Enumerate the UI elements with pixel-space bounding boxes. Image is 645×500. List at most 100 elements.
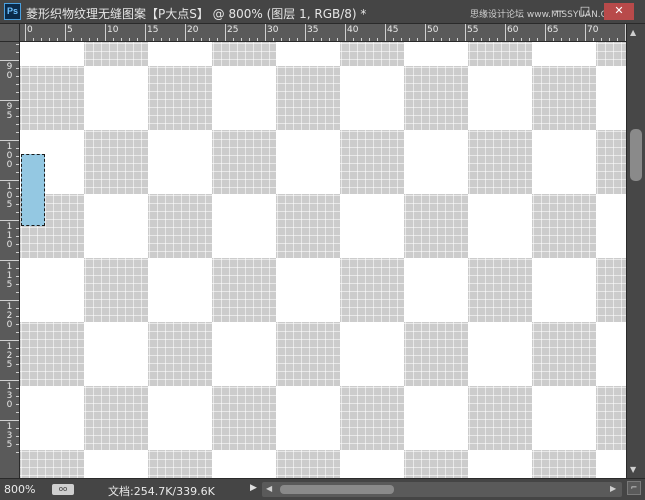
- ruler-minor-tick: [273, 38, 274, 41]
- ruler-minor-tick: [529, 38, 530, 41]
- ruler-minor-tick: [129, 38, 130, 41]
- ruler-minor-tick: [16, 204, 19, 205]
- ruler-major-tick: [505, 24, 506, 41]
- ruler-minor-tick: [497, 38, 498, 41]
- ruler-minor-tick: [81, 38, 82, 41]
- ruler-minor-tick: [16, 404, 19, 405]
- ruler-minor-tick: [16, 132, 19, 133]
- scroll-right-arrow-icon[interactable]: ▶: [610, 484, 616, 493]
- vertical-scroll-thumb[interactable]: [630, 129, 642, 181]
- resize-corner-icon[interactable]: ⌐: [627, 481, 641, 495]
- close-button[interactable]: ✕: [604, 3, 634, 20]
- ruler-major-tick: [345, 24, 346, 41]
- ruler-minor-tick: [16, 276, 19, 277]
- triangle-right-icon[interactable]: ▶: [250, 483, 257, 493]
- scroll-down-arrow-icon[interactable]: ▼: [630, 465, 636, 474]
- ruler-major-tick: [0, 420, 19, 421]
- ruler-minor-tick: [297, 38, 298, 41]
- ruler-minor-tick: [473, 38, 474, 41]
- ruler-minor-tick: [16, 188, 19, 189]
- ruler-major-tick: [65, 24, 66, 41]
- ruler-h-label: 10: [107, 25, 119, 35]
- ruler-minor-tick: [393, 38, 394, 41]
- ruler-major-tick: [305, 24, 306, 41]
- document-size-info: 文档:254.7K/339.6K: [108, 485, 215, 498]
- ruler-minor-tick: [201, 38, 202, 41]
- ruler-h-label: 50: [427, 25, 439, 35]
- ruler-minor-tick: [16, 372, 19, 373]
- document-title: 菱形织物纹理无缝图案【P大点S】 @ 800% (图层 1, RGB/8) *: [26, 7, 367, 21]
- ruler-h-label: 15: [147, 25, 159, 35]
- ruler-minor-tick: [16, 76, 19, 77]
- ruler-major-tick: [385, 24, 386, 41]
- ruler-v-label: 9 5: [6, 102, 13, 121]
- vertical-scrollbar[interactable]: ▲ ▼: [626, 24, 645, 478]
- marquee-selection[interactable]: [21, 154, 45, 226]
- ruler-minor-tick: [57, 38, 58, 41]
- ruler-minor-tick: [457, 38, 458, 41]
- ruler-minor-tick: [16, 444, 19, 445]
- ruler-h-label: 65: [547, 25, 559, 35]
- ruler-minor-tick: [16, 452, 19, 453]
- ruler-minor-tick: [233, 38, 234, 41]
- ruler-minor-tick: [16, 92, 19, 93]
- horizontal-scroll-thumb[interactable]: [280, 485, 394, 494]
- ruler-minor-tick: [16, 436, 19, 437]
- ruler-minor-tick: [89, 38, 90, 41]
- ruler-v-label: 9 0: [6, 62, 13, 81]
- pixel-grid: [20, 42, 626, 478]
- ruler-minor-tick: [217, 38, 218, 41]
- glasses-icon[interactable]: oo: [52, 484, 74, 495]
- ruler-minor-tick: [113, 38, 114, 41]
- ruler-major-tick: [425, 24, 426, 41]
- ruler-minor-tick: [33, 38, 34, 41]
- ruler-h-label: 60: [507, 25, 519, 35]
- ruler-h-label: 0: [27, 25, 33, 35]
- ruler-h-label: 40: [347, 25, 359, 35]
- ruler-minor-tick: [16, 44, 19, 45]
- ruler-minor-tick: [16, 316, 19, 317]
- ruler-origin-corner[interactable]: [0, 24, 20, 42]
- ruler-major-tick: [185, 24, 186, 41]
- horizontal-ruler[interactable]: 0 5 10 15 20 25 30 35 40 45 50 55 60 65 70: [20, 24, 626, 42]
- ruler-minor-tick: [593, 38, 594, 41]
- ruler-major-tick: [0, 300, 19, 301]
- ruler-minor-tick: [569, 38, 570, 41]
- ruler-minor-tick: [289, 38, 290, 41]
- ruler-minor-tick: [481, 38, 482, 41]
- ruler-minor-tick: [73, 38, 74, 41]
- ruler-h-label: 35: [307, 25, 319, 35]
- ruler-minor-tick: [401, 38, 402, 41]
- zoom-level-field[interactable]: 800%: [4, 483, 35, 496]
- ruler-v-label: 1 0 5: [6, 182, 13, 210]
- ruler-minor-tick: [433, 38, 434, 41]
- ruler-minor-tick: [513, 38, 514, 41]
- ruler-minor-tick: [169, 38, 170, 41]
- ruler-v-label: 1 1 5: [6, 262, 13, 290]
- ruler-minor-tick: [177, 38, 178, 41]
- ruler-minor-tick: [417, 38, 418, 41]
- ruler-minor-tick: [337, 38, 338, 41]
- minimize-button[interactable]: —: [548, 3, 570, 20]
- ruler-h-label: 25: [227, 25, 239, 35]
- ruler-minor-tick: [16, 428, 19, 429]
- ruler-minor-tick: [617, 38, 618, 41]
- ruler-minor-tick: [249, 38, 250, 41]
- document-canvas[interactable]: [20, 42, 626, 478]
- ruler-minor-tick: [16, 68, 19, 69]
- ruler-minor-tick: [153, 38, 154, 41]
- ruler-minor-tick: [16, 268, 19, 269]
- vertical-ruler[interactable]: 8 59 09 51 0 01 0 51 1 01 1 51 2 01 2 51…: [0, 42, 20, 478]
- ruler-minor-tick: [281, 38, 282, 41]
- ruler-minor-tick: [369, 38, 370, 41]
- scroll-up-arrow-icon[interactable]: ▲: [630, 28, 636, 37]
- ruler-v-label: 1 2 0: [6, 302, 13, 330]
- ruler-minor-tick: [16, 244, 19, 245]
- maximize-button[interactable]: □: [574, 3, 596, 20]
- ruler-major-tick: [105, 24, 106, 41]
- ruler-minor-tick: [16, 348, 19, 349]
- ruler-minor-tick: [16, 356, 19, 357]
- horizontal-scrollbar[interactable]: ◀ ▶: [262, 482, 622, 497]
- scroll-left-arrow-icon[interactable]: ◀: [266, 484, 272, 493]
- ruler-minor-tick: [16, 308, 19, 309]
